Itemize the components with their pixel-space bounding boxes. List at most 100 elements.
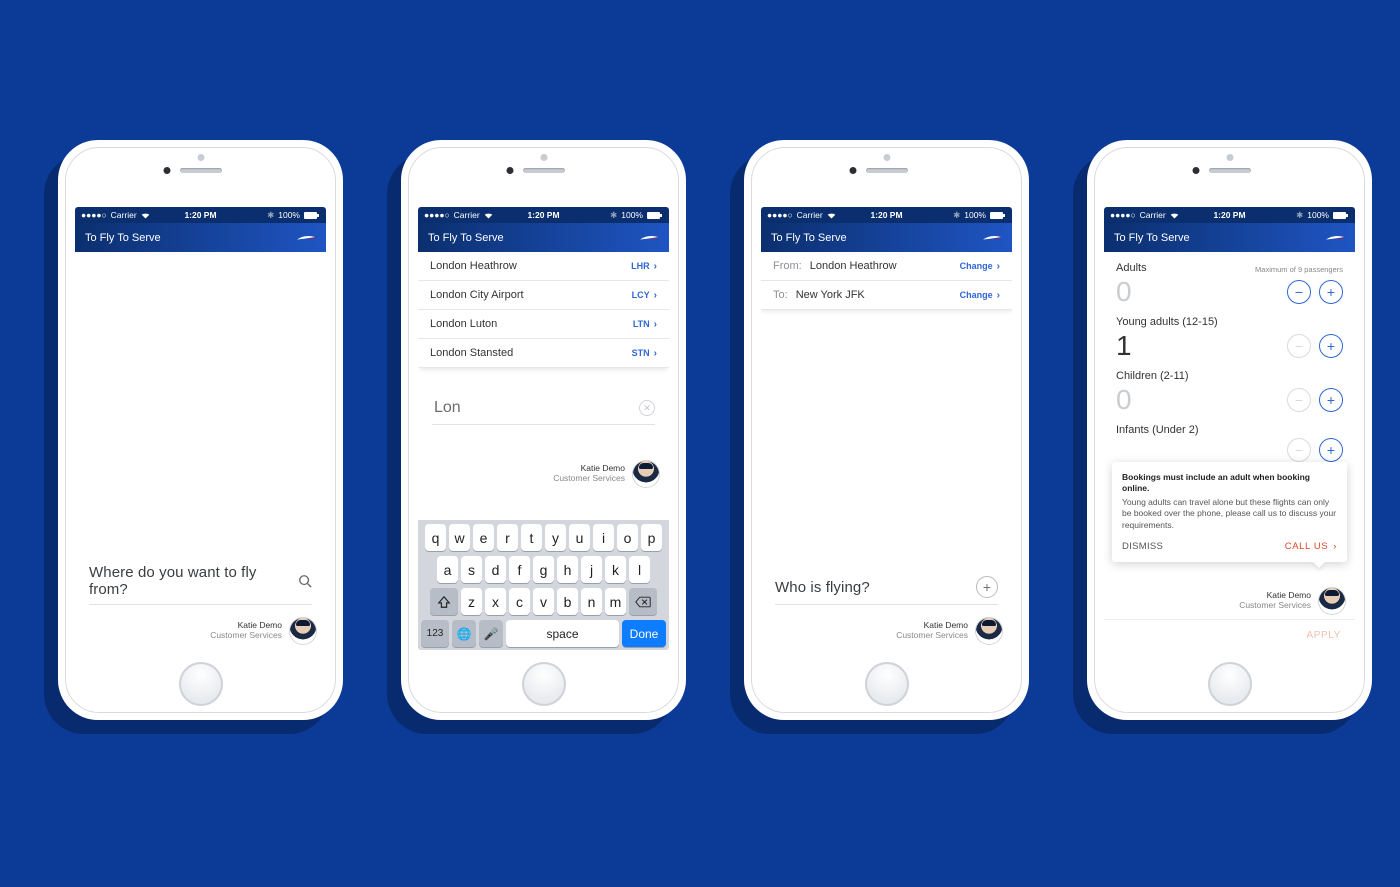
key-e[interactable]: e	[473, 524, 494, 551]
space-key[interactable]: space	[506, 620, 619, 647]
pax-label: Young adults (12-15)	[1116, 316, 1218, 328]
key-b[interactable]: b	[557, 588, 578, 615]
shift-key[interactable]	[430, 588, 458, 615]
increment-button[interactable]: +	[1319, 438, 1343, 462]
agent-chip[interactable]: Katie DemoCustomer Services	[210, 618, 316, 644]
increment-button[interactable]: +	[1319, 280, 1343, 304]
decrement-button[interactable]: −	[1287, 280, 1311, 304]
increment-button[interactable]: +	[1319, 334, 1343, 358]
key-i[interactable]: i	[593, 524, 614, 551]
decrement-button: −	[1287, 334, 1311, 358]
home-button[interactable]	[522, 662, 566, 706]
airport-name: London Luton	[430, 318, 497, 330]
mic-key[interactable]: 🎤	[479, 620, 503, 647]
airport-search-field[interactable]: ✕	[432, 398, 655, 425]
agent-chip[interactable]: Katie DemoCustomer Services	[896, 618, 1002, 644]
passengers-prompt-label: Who is flying?	[775, 579, 870, 596]
pax-label: Children (2-11)	[1116, 370, 1189, 382]
pax-row: Children (2-11)0−+	[1116, 370, 1343, 416]
nav-title: To Fly To Serve	[85, 232, 161, 244]
change-to-button[interactable]: Change	[960, 290, 993, 300]
key-f[interactable]: f	[509, 556, 530, 583]
airport-search-input[interactable]	[432, 398, 626, 418]
airport-suggestion-row[interactable]: London StanstedSTN›	[418, 339, 669, 368]
to-row[interactable]: To:New York JFK Change›	[761, 281, 1012, 310]
change-from-button[interactable]: Change	[960, 261, 993, 271]
increment-button[interactable]: +	[1319, 388, 1343, 412]
airport-suggestion-row[interactable]: London City AirportLCY›	[418, 281, 669, 310]
pax-row: AdultsMaximum of 9 passengers0−+	[1116, 262, 1343, 308]
backspace-key[interactable]	[629, 588, 657, 615]
screen-content: Where do you want to fly from? Katie Dem…	[75, 252, 326, 650]
chevron-right-icon: ›	[997, 261, 1000, 272]
decrement-button: −	[1287, 438, 1311, 462]
to-value: New York JFK	[796, 289, 865, 301]
key-p[interactable]: p	[641, 524, 662, 551]
key-a[interactable]: a	[437, 556, 458, 583]
agent-chip[interactable]: Katie DemoCustomer Services	[1239, 588, 1345, 614]
key-o[interactable]: o	[617, 524, 638, 551]
key-l[interactable]: l	[629, 556, 650, 583]
airport-suggestion-row[interactable]: London HeathrowLHR›	[418, 252, 669, 281]
key-w[interactable]: w	[449, 524, 470, 551]
key-j[interactable]: j	[581, 556, 602, 583]
key-q[interactable]: q	[425, 524, 446, 551]
pax-row: Infants (Under 2) −+	[1116, 424, 1343, 462]
key-d[interactable]: d	[485, 556, 506, 583]
nav-bar: To Fly To Serve	[418, 223, 669, 252]
home-button[interactable]	[1208, 662, 1252, 706]
clear-input-icon[interactable]: ✕	[639, 400, 655, 416]
agent-chip[interactable]: Katie DemoCustomer Services	[553, 461, 659, 487]
status-bar: ●●●●○Carrier 1:20 PM ✱100%	[75, 207, 326, 223]
mockup-stage: ●●●●○Carrier 1:20 PM ✱100% To Fly To Ser…	[0, 0, 1400, 887]
origin-prompt-label: Where do you want to fly from?	[89, 564, 298, 598]
battery-icon	[304, 212, 320, 219]
from-row[interactable]: From:London Heathrow Change›	[761, 252, 1012, 281]
pax-count: 1	[1116, 330, 1132, 362]
pax-label: Infants (Under 2)	[1116, 424, 1199, 436]
key-z[interactable]: z	[461, 588, 482, 615]
key-k[interactable]: k	[605, 556, 626, 583]
airport-suggestion-row[interactable]: London LutonLTN›	[418, 310, 669, 339]
key-n[interactable]: n	[581, 588, 602, 615]
home-button[interactable]	[865, 662, 909, 706]
phone-frame-1: ●●●●○Carrier 1:20 PM ✱100% To Fly To Ser…	[58, 140, 343, 720]
key-c[interactable]: c	[509, 588, 530, 615]
numeric-key[interactable]: 123	[421, 620, 449, 647]
carrier-label: Carrier	[111, 210, 137, 220]
key-g[interactable]: g	[533, 556, 554, 583]
key-s[interactable]: s	[461, 556, 482, 583]
agent-avatar	[290, 618, 316, 644]
airport-name: London Heathrow	[430, 260, 517, 272]
add-passengers-icon[interactable]: +	[976, 576, 998, 598]
key-t[interactable]: t	[521, 524, 542, 551]
status-bar: ●●●●○Carrier 1:20 PM ✱100%	[761, 207, 1012, 223]
key-x[interactable]: x	[485, 588, 506, 615]
airport-code: LHR	[631, 261, 650, 271]
call-us-button[interactable]: CALL US›	[1285, 541, 1337, 554]
origin-prompt-field[interactable]: Where do you want to fly from?	[89, 564, 312, 605]
globe-key[interactable]: 🌐	[452, 620, 476, 647]
dismiss-button[interactable]: DISMISS	[1122, 541, 1163, 554]
key-r[interactable]: r	[497, 524, 518, 551]
phone-frame-2: ●●●●○Carrier 1:20 PM ✱100% To Fly To Ser…	[401, 140, 686, 720]
key-v[interactable]: v	[533, 588, 554, 615]
airport-code: STN	[632, 348, 650, 358]
screen-content: London Heathrow LHR ›London City AirportLC…	[418, 252, 669, 650]
key-m[interactable]: m	[605, 588, 626, 615]
airport-code: LTN	[633, 319, 650, 329]
key-y[interactable]: y	[545, 524, 566, 551]
wifi-icon	[1170, 212, 1179, 219]
key-h[interactable]: h	[557, 556, 578, 583]
chevron-right-icon: ›	[654, 290, 657, 301]
nav-bar: To Fly To Serve	[1104, 223, 1355, 252]
apply-button[interactable]: APPLY	[1307, 630, 1342, 641]
screen-content: AdultsMaximum of 9 passengers0−+ Young ad…	[1104, 252, 1355, 650]
home-button[interactable]	[179, 662, 223, 706]
status-bar: ●●●●○Carrier 1:20 PM ✱100%	[418, 207, 669, 223]
key-u[interactable]: u	[569, 524, 590, 551]
done-key[interactable]: Done	[622, 620, 666, 647]
passengers-prompt-field[interactable]: Who is flying? +	[775, 576, 998, 605]
ios-keyboard: qwertyuiop asdfghjkl zxcvbnm 123 🌐 🎤 spa…	[418, 520, 669, 650]
alert-title: Bookings must include an adult when book…	[1122, 472, 1337, 495]
